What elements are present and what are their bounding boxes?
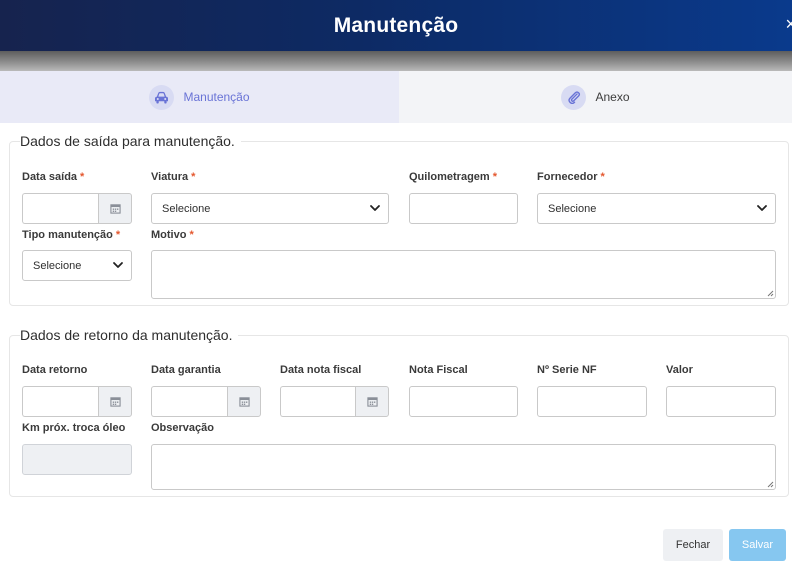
data-nota-fiscal-label: Data nota fiscal — [280, 364, 362, 376]
data-retorno-label: Data retorno — [22, 364, 88, 376]
tipo-manutencao-select-value: Selecione — [33, 259, 82, 272]
valor-input[interactable] — [666, 386, 776, 417]
required-marker: * — [115, 229, 121, 241]
required-marker: * — [600, 171, 605, 183]
viatura-label-text: Viatura — [151, 171, 189, 183]
quilometragem-label-text: Quilometragem — [409, 171, 490, 183]
motivo-label-text: Motivo — [151, 229, 187, 241]
serie-nf-label: Nº Serie NF — [537, 364, 597, 376]
quilometragem-label: Quilometragem * — [409, 171, 497, 183]
quilometragem-input[interactable] — [409, 193, 518, 224]
resize-grip-icon[interactable] — [767, 481, 774, 488]
tab-anexo-label: Anexo — [595, 90, 630, 104]
km-proxima-troca-label: Km próx. troca óleo — [22, 422, 126, 434]
observacao-textarea[interactable] — [151, 444, 776, 490]
nota-fiscal-label: Nota Fiscal — [409, 364, 468, 376]
calendar-icon[interactable] — [98, 386, 132, 417]
chevron-down-icon — [757, 205, 767, 211]
required-marker: * — [191, 171, 196, 183]
modal-title: Manutenção — [333, 13, 459, 37]
data-saida-label: Data saída * — [22, 171, 84, 183]
wizard-tabs: Manutenção Anexo — [0, 71, 792, 123]
car-icon — [149, 84, 175, 110]
data-retorno-picker — [22, 386, 132, 417]
data-garantia-input[interactable] — [151, 386, 227, 417]
viatura-label: Viatura * — [151, 171, 195, 183]
resize-grip-icon[interactable] — [767, 290, 774, 297]
serie-nf-input[interactable] — [537, 386, 647, 417]
save-button[interactable]: Salvar — [729, 529, 786, 561]
fornecedor-select-value: Selecione — [548, 202, 597, 215]
data-saida-input[interactable] — [22, 193, 98, 224]
data-retorno-input[interactable] — [22, 386, 98, 417]
tipo-manutencao-label-text: Tipo manutenção — [22, 229, 113, 241]
motivo-textarea[interactable] — [151, 250, 776, 299]
observacao-label: Observação — [151, 422, 214, 434]
calendar-icon[interactable] — [227, 386, 261, 417]
data-nota-fiscal-input[interactable] — [280, 386, 355, 417]
fornecedor-select[interactable]: Selecione — [537, 193, 776, 224]
data-garantia-picker — [151, 386, 261, 417]
close-button[interactable]: Fechar — [663, 529, 723, 561]
data-saida-label-text: Data saída — [22, 171, 78, 183]
required-marker: * — [492, 171, 497, 183]
tipo-manutencao-select[interactable]: Selecione — [22, 250, 132, 281]
close-icon[interactable]: × — [785, 14, 792, 35]
fornecedor-label: Fornecedor * — [537, 171, 605, 183]
nota-fiscal-input[interactable] — [409, 386, 518, 417]
fornecedor-label-text: Fornecedor — [537, 171, 598, 183]
tab-manutencao-label: Manutenção — [183, 90, 250, 104]
modal-header: Manutenção × — [0, 0, 792, 51]
calendar-icon[interactable] — [98, 193, 132, 224]
section-retorno-title: Dados de retorno da manutenção. — [20, 327, 239, 343]
tab-anexo[interactable]: Anexo — [399, 71, 792, 123]
calendar-icon[interactable] — [355, 386, 389, 417]
paperclip-icon — [561, 84, 587, 110]
data-garantia-label: Data garantia — [151, 364, 221, 376]
tab-manutencao[interactable]: Manutenção — [0, 71, 405, 123]
viatura-select[interactable]: Selecione — [151, 193, 389, 224]
chevron-down-icon — [370, 205, 380, 211]
required-marker: * — [80, 171, 85, 183]
km-proxima-troca-input — [22, 444, 132, 475]
tipo-manutencao-label: Tipo manutenção * — [22, 229, 120, 241]
data-saida-picker — [22, 193, 132, 224]
required-marker: * — [189, 229, 194, 241]
viatura-select-value: Selecione — [162, 202, 211, 215]
chevron-down-icon — [113, 262, 123, 268]
header-shadow-stripe — [0, 51, 792, 71]
section-saida-title: Dados de saída para manutenção. — [20, 133, 241, 149]
motivo-label: Motivo * — [151, 229, 194, 241]
data-nota-fiscal-picker — [280, 386, 389, 417]
valor-label: Valor — [666, 364, 693, 376]
